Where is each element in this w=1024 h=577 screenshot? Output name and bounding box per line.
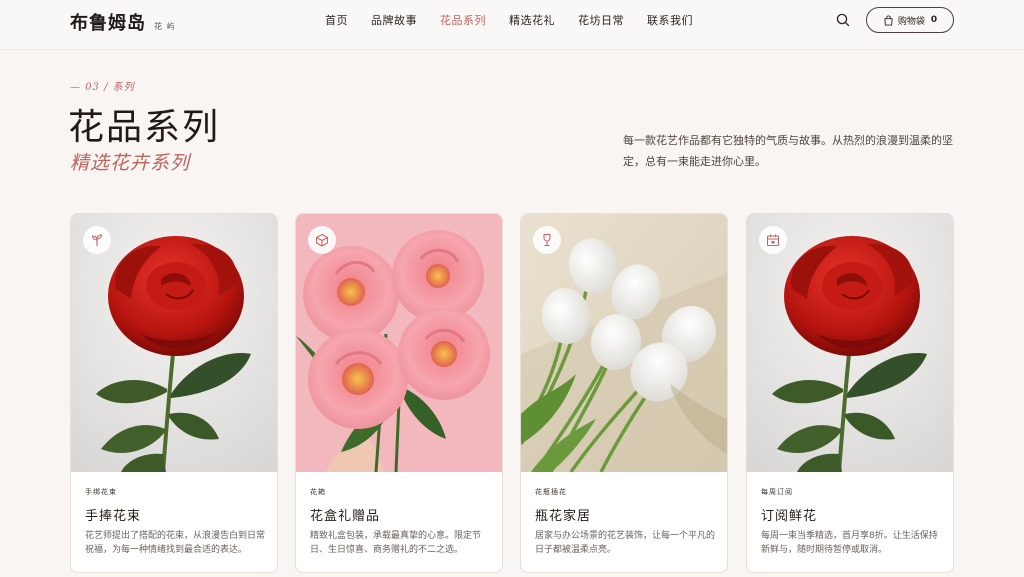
card-description: 精致礼盒包装，承载最真挚的心意。限定节日、生日惊喜、商务赠礼的不二之选。 (310, 531, 482, 555)
card-category: 手绑花束 (85, 488, 117, 496)
site-header: 布鲁姆岛 花 屿 首页 品牌故事 花品系列 精选花礼 花坊日常 联系我们 购物袋… (0, 0, 1024, 50)
main-nav: 首页 品牌故事 花品系列 精选花礼 花坊日常 联系我们 (325, 12, 716, 28)
calendar-icon (759, 226, 787, 254)
nav-item-contact[interactable]: 联系我们 (647, 12, 693, 28)
card-category: 花瓶插花 (535, 488, 567, 496)
card-category: 每周订阅 (761, 488, 793, 496)
product-card-subscription[interactable]: 每周订阅 订阅鲜花 每周一束当季精选，首月享8折。让生活保持新鲜与，随时期待暂停… (746, 213, 954, 573)
card-category: 花箱 (310, 488, 326, 496)
product-card-gift-box[interactable]: 花箱 花盒礼赠品 精致礼盒包装，承载最真挚的心意。限定节日、生日惊喜、商务赠礼的… (295, 213, 503, 573)
product-card-bouquet[interactable]: 手绑花束 手捧花束 花艺师提出了搭配的花束，从浪漫告白到日常祝福，为每一种情绪找… (70, 213, 278, 573)
card-description: 花艺师提出了搭配的花束，从浪漫告白到日常祝福，为每一种情绪找到最合适的表达。 (85, 531, 266, 555)
vase-icon (533, 226, 561, 254)
card-title: 花盒礼赠品 (310, 509, 381, 524)
cart-button[interactable]: 购物袋 0 (866, 7, 954, 33)
box-icon (308, 226, 336, 254)
card-title: 瓶花家居 (535, 509, 592, 524)
brand-logo[interactable]: 布鲁姆岛 花 屿 (70, 9, 176, 35)
card-title: 手捧花束 (85, 509, 142, 524)
brand-subtitle: 花 屿 (154, 22, 176, 31)
product-card-vase[interactable]: 花瓶插花 瓶花家居 居家与办公场景的花艺装饰，让每一个平凡的日子都被温柔点亮。 (520, 213, 728, 573)
nav-item-collections[interactable]: 花品系列 (440, 12, 486, 28)
nav-item-gifts[interactable]: 精选花礼 (509, 12, 555, 28)
nav-item-journal[interactable]: 花坊日常 (578, 12, 624, 28)
section-eyebrow: — 03 / 系列 (70, 82, 135, 93)
search-icon[interactable] (835, 12, 851, 28)
page-title: 花品系列 (68, 107, 221, 148)
card-description: 每周一束当季精选，首月享8折。让生活保持新鲜与，随时期待暂停或取消。 (761, 531, 938, 555)
nav-item-home[interactable]: 首页 (325, 12, 348, 28)
shopping-bag-icon (884, 14, 893, 26)
page-description: 每一款花艺作品都有它独特的气质与故事。从热烈的浪漫到温柔的坚定，总有一束能走进你… (623, 134, 953, 168)
page-subtitle: 精选花卉系列 (70, 152, 191, 174)
card-description: 居家与办公场景的花艺装饰，让每一个平凡的日子都被温柔点亮。 (535, 531, 716, 555)
sprout-icon (83, 226, 111, 254)
nav-item-brand-story[interactable]: 品牌故事 (371, 12, 417, 28)
cart-count: 0 (930, 15, 938, 25)
brand-name: 布鲁姆岛 (70, 13, 146, 34)
cart-label: 购物袋 (897, 16, 925, 27)
card-title: 订阅鲜花 (761, 509, 818, 524)
